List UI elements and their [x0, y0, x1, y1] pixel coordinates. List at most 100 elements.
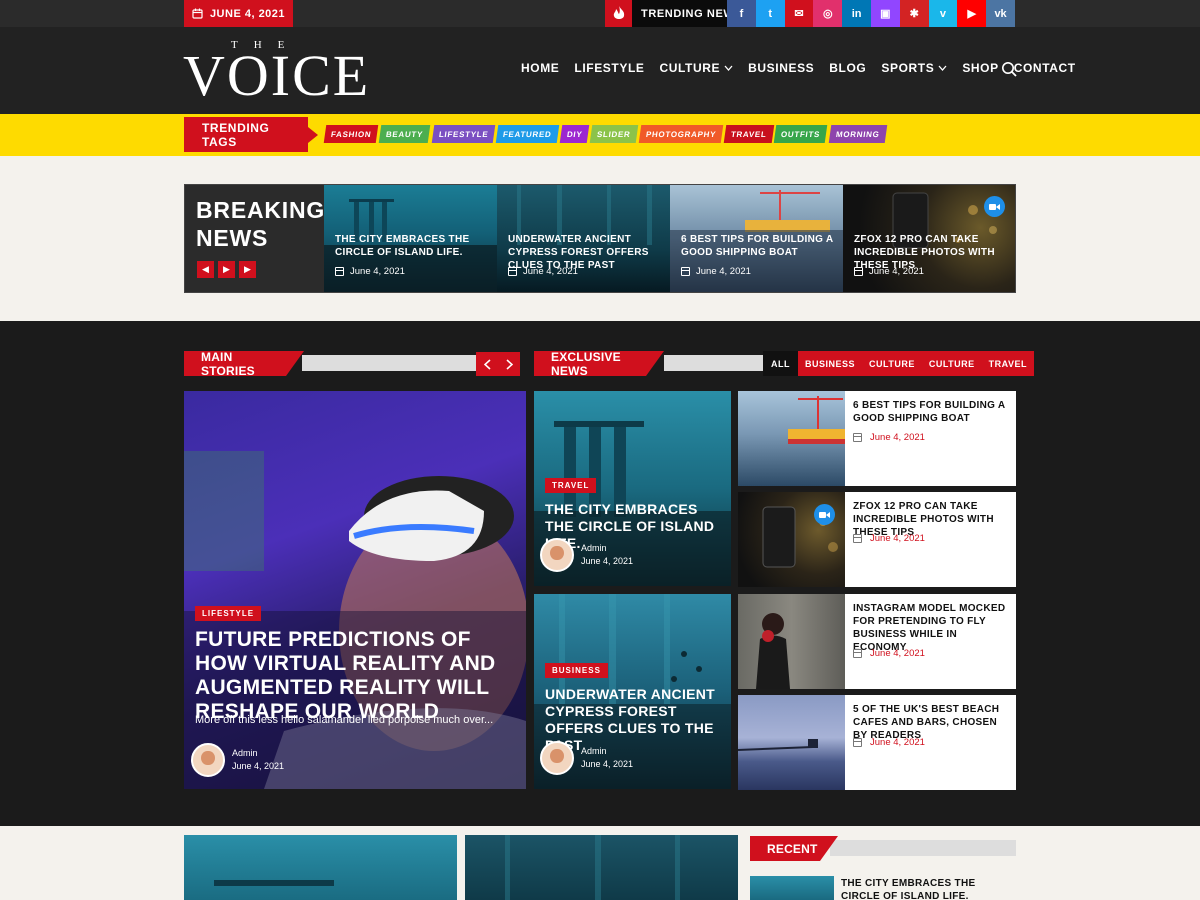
- top-bar: JUNE 4, 2021 TRENDING NEWS f t ✉ ◎ in ▣ ✱ v ▶ vk: [0, 0, 1200, 27]
- author-name[interactable]: Admin: [581, 745, 633, 758]
- avatar: [540, 741, 574, 775]
- nav-item-shop[interactable]: SHOP: [962, 61, 998, 75]
- youtube-icon[interactable]: ▶: [957, 0, 987, 27]
- nav-item-label: LIFESTYLE: [574, 61, 645, 75]
- fire-icon: [605, 0, 632, 27]
- breaking-item[interactable]: 6 BEST TIPS FOR BUILDING A GOOD SHIPPING…: [670, 185, 843, 292]
- vk-icon[interactable]: vk: [986, 0, 1015, 27]
- search-icon[interactable]: [1001, 61, 1017, 77]
- prev-button[interactable]: ◀: [197, 261, 214, 278]
- twitch-icon[interactable]: ▣: [870, 0, 900, 27]
- linkedin-icon[interactable]: in: [842, 0, 871, 27]
- filter-tab-travel[interactable]: TRAVEL: [981, 351, 1035, 376]
- tag-lifestyle[interactable]: LIFESTYLE: [431, 125, 496, 143]
- breaking-item[interactable]: ZFOX 12 PRO CAN TAKE INCREDIBLE PHOTOS W…: [843, 185, 1015, 292]
- instagram-icon[interactable]: ◎: [813, 0, 843, 27]
- nav-item-contact[interactable]: CONTACT: [1014, 61, 1076, 75]
- site-logo[interactable]: VOICE: [183, 47, 370, 105]
- recent-post-title[interactable]: THE CITY EMBRACES THE CIRCLE OF ISLAND L…: [841, 877, 1011, 900]
- exclusive-story-card[interactable]: BUSINESS UNDERWATER ANCIENT CYPRESS FORE…: [534, 594, 731, 789]
- list-item-title[interactable]: INSTAGRAM MODEL MOCKED FOR PRETENDING TO…: [853, 602, 1006, 654]
- post-thumbnail[interactable]: [738, 391, 845, 486]
- vimeo-icon[interactable]: v: [928, 0, 958, 27]
- category-badge[interactable]: LIFESTYLE: [195, 606, 262, 621]
- tag-featured[interactable]: FEATURED: [495, 125, 559, 143]
- calendar-icon: [854, 267, 863, 276]
- calendar-icon: [853, 534, 862, 543]
- tag-photography[interactable]: PHOTOGRAPHY: [638, 125, 724, 143]
- featured-story-card[interactable]: LIFESTYLE FUTURE PREDICTIONS OF HOW VIRT…: [184, 391, 526, 789]
- filter-tab-all[interactable]: ALL: [763, 351, 798, 376]
- nav-item-lifestyle[interactable]: LIFESTYLE: [574, 61, 644, 75]
- featured-story-excerpt: More off this less hello salamander lied…: [195, 714, 494, 726]
- nav-item-culture[interactable]: CULTURE: [659, 61, 733, 75]
- featured-story-title[interactable]: FUTURE PREDICTIONS OF HOW VIRTUAL REALIT…: [195, 628, 517, 724]
- breaking-item-title: 6 BEST TIPS FOR BUILDING A GOOD SHIPPING…: [681, 234, 834, 258]
- author-meta: Admin June 4, 2021: [191, 743, 284, 777]
- author-name[interactable]: Admin: [232, 747, 284, 760]
- exclusive-list-item[interactable]: 5 OF THE UK'S BEST BEACH CAFES AND BARS,…: [737, 695, 1016, 790]
- post-thumbnail[interactable]: [737, 695, 845, 790]
- nav-item-business[interactable]: BUSINESS: [748, 61, 814, 75]
- trending-tags-label: TRENDING TAGS: [184, 117, 318, 152]
- avatar: [540, 538, 574, 572]
- tag-travel[interactable]: TRAVEL: [723, 125, 774, 143]
- list-item-date: June 4, 2021: [853, 648, 925, 659]
- twitter-icon[interactable]: t: [755, 0, 785, 27]
- header-divider: [830, 840, 1016, 856]
- next-button[interactable]: ▶: [239, 261, 256, 278]
- category-badge[interactable]: TRAVEL: [545, 478, 597, 493]
- filter-tab-culture[interactable]: CULTURE: [862, 351, 922, 376]
- nav-item-label: HOME: [521, 61, 560, 75]
- breaking-news-ticker: BREAKING NEWS ◀ ▶ ▶ THE CITY EMBRACES THE…: [184, 184, 1016, 293]
- category-badge[interactable]: BUSINESS: [545, 663, 608, 678]
- breaking-item-date: June 4, 2021: [854, 266, 924, 277]
- social-links: f t ✉ ◎ in ▣ ✱ v ▶ vk: [727, 0, 1015, 27]
- calendar-icon: [192, 8, 203, 19]
- tag-beauty[interactable]: BEAUTY: [379, 125, 431, 143]
- nav-item-blog[interactable]: BLOG: [829, 61, 866, 75]
- breaking-title-line1: BREAKING: [196, 197, 326, 223]
- date-text: June 4, 2021: [870, 648, 925, 659]
- recent-header: RECENT: [750, 836, 1016, 861]
- breaking-item[interactable]: THE CITY EMBRACES THE CIRCLE OF ISLAND L…: [324, 185, 497, 292]
- filter-tab-business[interactable]: BUSINESS: [798, 351, 863, 376]
- date-text: June 4, 2021: [870, 737, 925, 748]
- tag-fashion[interactable]: FASHION: [323, 125, 379, 143]
- post-card[interactable]: [465, 835, 738, 900]
- nav-item-sports[interactable]: SPORTS: [881, 61, 947, 75]
- post-thumbnail[interactable]: [738, 594, 845, 689]
- date-label: JUNE 4, 2021: [209, 7, 286, 20]
- facebook-icon[interactable]: f: [727, 0, 756, 27]
- play-button[interactable]: ▶: [218, 261, 235, 278]
- yelp-icon[interactable]: ✱: [899, 0, 929, 27]
- main-stories-prev-button[interactable]: [476, 352, 498, 376]
- breaking-news-title: BREAKING NEWS ◀ ▶ ▶: [185, 185, 324, 292]
- tag-morning[interactable]: MORNING: [828, 125, 887, 143]
- breaking-item-date: June 4, 2021: [681, 266, 751, 277]
- post-card[interactable]: [184, 835, 457, 900]
- nav-item-label: SHOP: [962, 61, 999, 75]
- nav-item-label: SPORTS: [881, 61, 935, 75]
- exclusive-list-item[interactable]: INSTAGRAM MODEL MOCKED FOR PRETENDING TO…: [738, 594, 1016, 689]
- mail-icon[interactable]: ✉: [784, 0, 814, 27]
- tag-diy[interactable]: DIY: [559, 125, 590, 143]
- exclusive-story-card[interactable]: TRAVEL THE CITY EMBRACES THE CIRCLE OF I…: [534, 391, 731, 586]
- filter-tab-culture[interactable]: CULTURE: [921, 351, 982, 376]
- nav-item-home[interactable]: HOME: [521, 61, 559, 75]
- exclusive-list-item[interactable]: 6 BEST TIPS FOR BUILDING A GOOD SHIPPING…: [738, 391, 1016, 486]
- nav-item-label: BLOG: [829, 61, 867, 75]
- main-stories-header: MAIN STORIES: [184, 350, 514, 378]
- date-text: June 4, 2021: [870, 432, 925, 443]
- post-date: June 4, 2021: [581, 556, 634, 566]
- chevron-down-icon: [938, 65, 947, 71]
- post-thumbnail[interactable]: [750, 876, 834, 900]
- tag-slider[interactable]: SLIDER: [589, 125, 638, 143]
- breaking-item[interactable]: UNDERWATER ANCIENT CYPRESS FOREST OFFERS…: [497, 185, 670, 292]
- list-item-date: June 4, 2021: [853, 533, 925, 544]
- list-item-title[interactable]: 6 BEST TIPS FOR BUILDING A GOOD SHIPPING…: [853, 399, 1006, 425]
- exclusive-list-item[interactable]: ZFOX 12 PRO CAN TAKE INCREDIBLE PHOTOS W…: [738, 492, 1016, 587]
- main-stories-next-button[interactable]: [498, 352, 520, 376]
- tag-outfits[interactable]: OUTFITS: [774, 125, 828, 143]
- author-name[interactable]: Admin: [581, 542, 633, 555]
